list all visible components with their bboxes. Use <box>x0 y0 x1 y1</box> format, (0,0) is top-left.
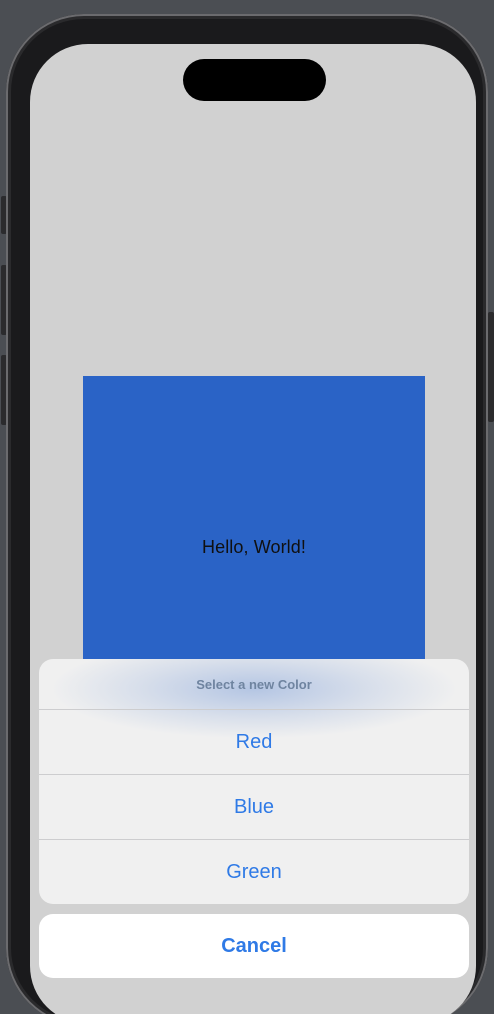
option-green-button[interactable]: Green <box>39 840 469 904</box>
option-blue-button[interactable]: Blue <box>39 775 469 840</box>
action-sheet: Select a new Color Red Blue Green <box>39 659 469 904</box>
greeting-text: Hello, World! <box>201 536 306 557</box>
dynamic-island <box>183 59 326 101</box>
action-sheet-title: Select a new Color <box>39 659 469 710</box>
phone-screen: Hello, World! Select a new Color Red Blu… <box>30 44 476 1014</box>
cancel-button[interactable]: Cancel <box>39 914 469 978</box>
simulator-stage: Hello, World! Select a new Color Red Blu… <box>0 0 494 1014</box>
option-red-button[interactable]: Red <box>39 710 469 775</box>
side-button <box>488 312 494 422</box>
phone-frame: Hello, World! Select a new Color Red Blu… <box>6 14 488 1014</box>
